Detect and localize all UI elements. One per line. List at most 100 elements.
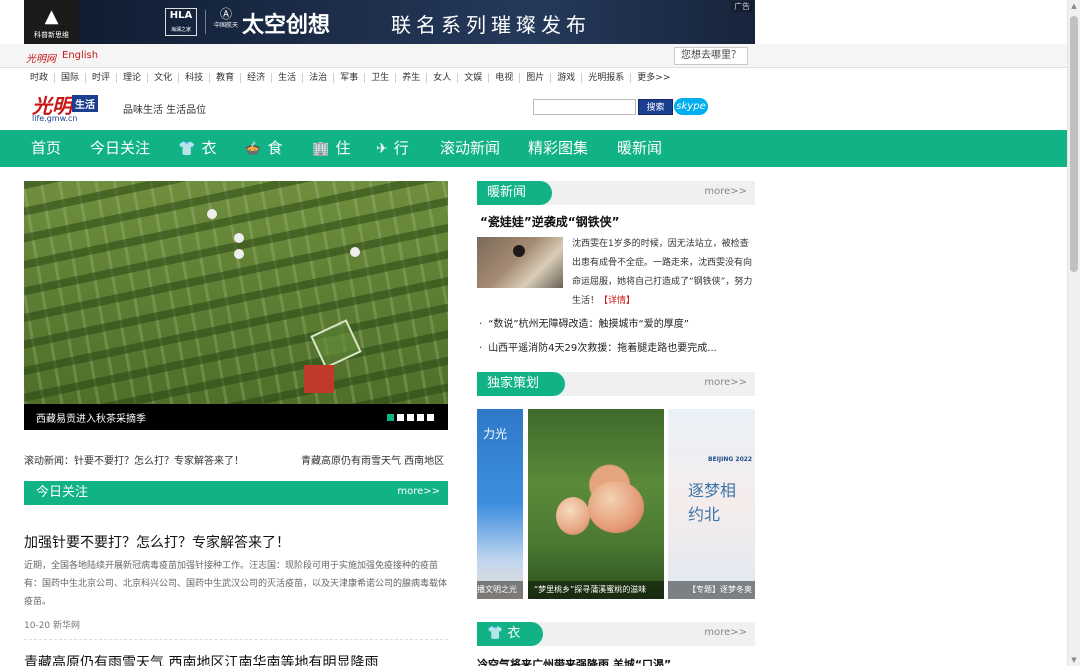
- carousel-dot[interactable]: [427, 414, 434, 421]
- ad-brand-small: 科普新思维: [34, 31, 69, 39]
- carousel-dot[interactable]: [387, 414, 394, 421]
- site-logo[interactable]: 光明 生活 life.gmw.cn: [32, 90, 104, 124]
- nav-item-label: 食: [267, 139, 283, 157]
- exclusive-section-header: 独家策划 more>>: [477, 372, 755, 396]
- person-figure: [513, 245, 525, 257]
- carousel-caption[interactable]: 西藏易贡进入秋茶采摘季: [36, 410, 146, 425]
- worker-figure: [350, 247, 360, 257]
- channel-link[interactable]: 游戏: [551, 73, 583, 83]
- warm-summary: 沈西雯在1岁多的时候，因无法站立，被检查出患有成骨不全症。一路走来，沈西雯没有向…: [572, 235, 754, 311]
- channel-nav: 时政 国际 时评 理论 文化 科技 教育 经济 生活 法治 军事 卫生 养生 女人 文娱 电视 图片 游戏 光明报系…: [24, 70, 676, 86]
- carousel-caption-bar: 西藏易贡进入秋茶采摘季: [24, 404, 448, 430]
- nav-item-label: 今日关注: [90, 139, 151, 157]
- nav-icon: 👕: [178, 141, 196, 157]
- list-item[interactable]: “数说”杭州无障碍改造：触摸城市“爱的厚度”: [479, 313, 755, 337]
- today-section-header: 今日关注 more>>: [19, 481, 448, 505]
- scroll-up-arrow-icon[interactable]: ▲: [1068, 0, 1080, 12]
- ad-divider: [205, 10, 206, 34]
- channel-link[interactable]: 女人: [427, 73, 459, 83]
- exclusive-gallery: 力光 播文明之光 “梦里桃乡”探寻蒲溪蜜桃的滋味 BEIJING 2022 逐梦…: [477, 409, 755, 599]
- channel-link[interactable]: 养生: [396, 73, 428, 83]
- nav-item[interactable]: 今日关注: [90, 130, 150, 167]
- channel-link[interactable]: 时政: [24, 73, 56, 83]
- channel-link[interactable]: 光明报系: [582, 73, 632, 83]
- search-input[interactable]: [533, 99, 636, 115]
- nav-item[interactable]: 首页: [31, 130, 61, 167]
- carousel-dot[interactable]: [397, 414, 404, 421]
- carousel-photo[interactable]: [24, 181, 448, 404]
- gallery-caption[interactable]: 【专题】逐梦冬奥: [668, 581, 755, 599]
- clothing-more-link[interactable]: more>>: [704, 627, 747, 638]
- site-logo-small[interactable]: 光明网: [26, 50, 56, 65]
- nav-item[interactable]: 👕 衣: [178, 130, 216, 167]
- ticker-item[interactable]: 青藏高原仍有雨雪天气 西南地区: [301, 452, 444, 466]
- search-button[interactable]: 搜索: [638, 99, 673, 115]
- channel-link[interactable]: 文娱: [458, 73, 490, 83]
- channel-link[interactable]: 图片: [520, 73, 552, 83]
- today-section-title[interactable]: 今日关注: [24, 481, 89, 505]
- ad-title: 太空创想: [242, 13, 331, 38]
- page-scrollbar[interactable]: ▲ ▼: [1067, 0, 1080, 666]
- channel-link[interactable]: 文化: [148, 73, 180, 83]
- carousel-dot[interactable]: [407, 414, 414, 421]
- gallery-image-1[interactable]: 力光 播文明之光: [477, 409, 523, 599]
- exclusive-section-title[interactable]: 独家策划: [477, 372, 575, 396]
- gallery-caption[interactable]: 播文明之光: [477, 581, 523, 599]
- nav-icon: 🏢: [312, 141, 330, 157]
- nav-item-label: 衣: [201, 139, 217, 157]
- channel-link[interactable]: 理论: [117, 73, 149, 83]
- scroll-down-arrow-icon[interactable]: ▼: [1068, 654, 1080, 666]
- nav-item[interactable]: 滚动新闻: [440, 130, 500, 167]
- nav-item[interactable]: 🏢 住: [312, 130, 350, 167]
- ad-subtitle: 联名系列璀璨发布: [391, 13, 591, 37]
- warm-thumbnail[interactable]: [477, 237, 563, 288]
- channel-link[interactable]: 更多>>: [631, 73, 676, 83]
- channel-link[interactable]: 生活: [272, 73, 304, 83]
- clothing-headline[interactable]: 冷空气将来广州带来强降雨 羊城“口渴”: [477, 656, 671, 666]
- channel-link[interactable]: 科技: [179, 73, 211, 83]
- exclusive-more-link[interactable]: more>>: [704, 377, 747, 388]
- today-more-link[interactable]: more>>: [397, 486, 440, 497]
- warm-section-title[interactable]: 暖新闻: [477, 181, 562, 205]
- channel-link[interactable]: 国际: [55, 73, 87, 83]
- channel-link[interactable]: 军事: [334, 73, 366, 83]
- nav-item[interactable]: 暖新闻: [617, 130, 662, 167]
- ad-brand-logo-icon: ▲: [44, 6, 59, 27]
- ad-space-logo: Ⓐ 中国航天: [214, 6, 238, 30]
- main-nav: 首页 今日关注 👕 衣 🍲 食 🏢 住 ✈ 行滚动新闻 精彩图集 暖新闻: [0, 130, 1067, 167]
- ad-space-text: 中国航天: [214, 22, 239, 29]
- scroll-thumb[interactable]: [1070, 16, 1078, 272]
- nav-item-label: 住: [335, 139, 351, 157]
- channel-link[interactable]: 经济: [241, 73, 273, 83]
- channel-link[interactable]: 教育: [210, 73, 242, 83]
- channel-link[interactable]: 法治: [303, 73, 335, 83]
- ad-banner[interactable]: ▲ 科普新思维 HLA 海澜之家 Ⓐ 中国航天 太空创想 联名系列璀璨发布 广告: [24, 0, 755, 44]
- ticker-item[interactable]: 滚动新闻：针要不要打？怎么打？专家解答来了！: [24, 452, 244, 466]
- ad-hla-text: HLA: [169, 10, 193, 21]
- gallery-image-2[interactable]: “梦里桃乡”探寻蒲溪蜜桃的滋味: [528, 409, 664, 599]
- warm-detail-link[interactable]: 【详情】: [599, 296, 635, 306]
- where-to-go-dropdown[interactable]: 您想去哪里？: [674, 47, 748, 65]
- channel-link[interactable]: 时评: [86, 73, 118, 83]
- nav-item[interactable]: 🍲 食: [244, 130, 282, 167]
- carousel-dot[interactable]: [417, 414, 424, 421]
- gallery-image-3[interactable]: BEIJING 2022 逐梦相约北 【专题】逐梦冬奥: [668, 409, 755, 599]
- channel-link[interactable]: 电视: [489, 73, 521, 83]
- photo-carousel[interactable]: 西藏易贡进入秋茶采摘季: [24, 181, 448, 430]
- today-headline[interactable]: 加强针要不要打？怎么打？专家解答来了！: [24, 532, 290, 552]
- gallery-caption[interactable]: “梦里桃乡”探寻蒲溪蜜桃的滋味: [528, 581, 664, 599]
- channel-link[interactable]: 卫生: [365, 73, 397, 83]
- nav-item[interactable]: 精彩图集: [528, 130, 588, 167]
- warm-headline[interactable]: “瓷娃娃”逆袭成“钢铁侠”: [480, 213, 620, 230]
- gallery-1-text: 力光: [483, 427, 508, 441]
- warm-more-link[interactable]: more>>: [704, 186, 747, 197]
- nav-icon: 🍲: [244, 141, 262, 157]
- today-headline-2[interactable]: 青藏高原仍有雨雪天气 西南地区江南华南等地有明显降雨: [24, 652, 378, 666]
- clothing-section-title[interactable]: 👕 衣: [477, 622, 553, 646]
- slogan: 品味生活 生活品位: [123, 105, 207, 116]
- skype-icon[interactable]: skype: [674, 98, 708, 115]
- worker-figure: [234, 233, 244, 243]
- english-link[interactable]: English: [62, 50, 98, 61]
- list-item[interactable]: 山西平遥消防4天29次救援：拖着腿走路也要完成...: [479, 337, 755, 361]
- nav-item[interactable]: ✈ 行: [376, 130, 409, 167]
